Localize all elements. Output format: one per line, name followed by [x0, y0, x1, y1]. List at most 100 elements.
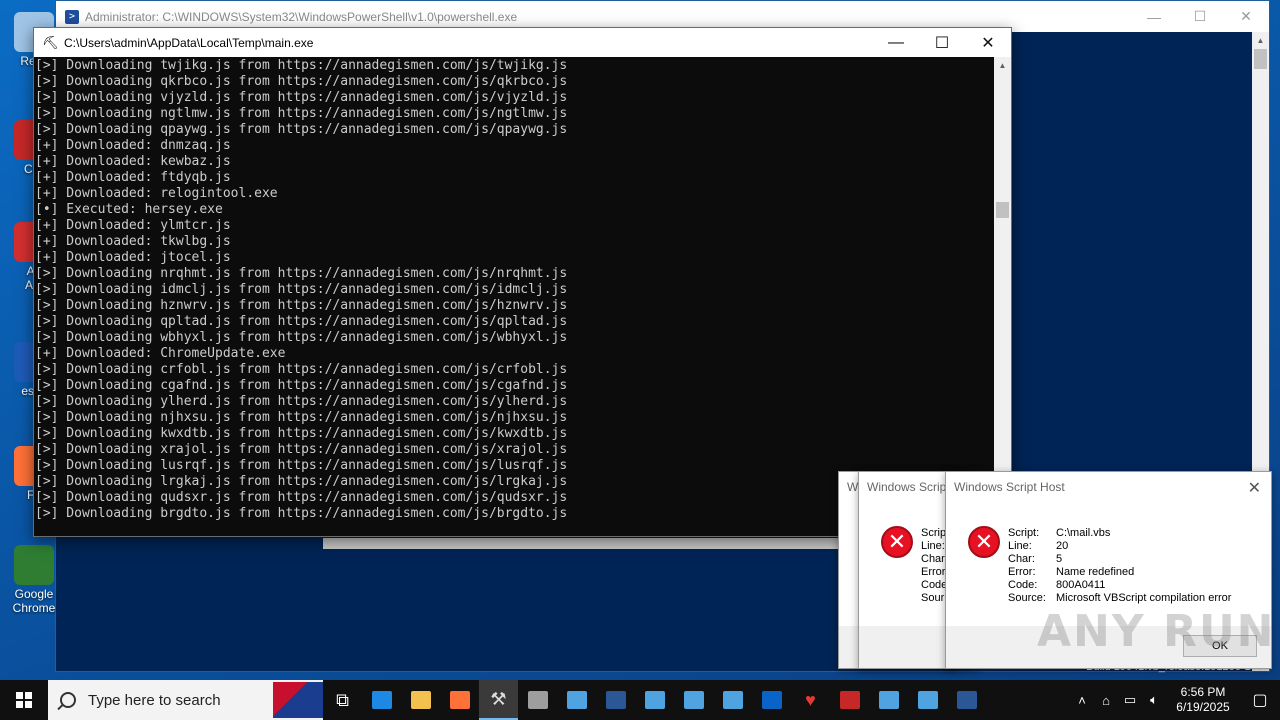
console-line: [+] Downloaded: tkwlbg.js: [35, 234, 231, 249]
console-line: [+] Downloaded: dnmzaq.js: [35, 138, 231, 153]
scroll-thumb[interactable]: [1254, 49, 1267, 69]
app-square-icon: [449, 691, 470, 709]
console-line: [>] Downloading idmclj.js from https://a…: [35, 282, 568, 297]
console-line: [>] Downloading twjikg.js from https://a…: [35, 58, 568, 73]
close-button[interactable]: ✕: [1223, 1, 1269, 32]
console-maximize-button[interactable]: ☐: [919, 28, 965, 57]
dialog-field-value: 20: [1056, 540, 1069, 552]
dialog-close-icon[interactable]: ✕: [1248, 478, 1261, 498]
console-line: [>] Downloading qkrbco.js from https://a…: [35, 74, 568, 89]
dialog-field-key: Error:: [1008, 566, 1036, 578]
outlook-icon[interactable]: [752, 680, 791, 720]
console-line: [>] Downloading ylherd.js from https://a…: [35, 394, 568, 409]
powershell-icon-2[interactable]: [947, 680, 986, 720]
dialog-field-value: Microsoft VBScript compilation error: [1056, 592, 1232, 604]
dialog-field-row: Code: 800A0411: [1008, 579, 1231, 592]
console-line: [•] Executed: hersey.exe: [35, 202, 223, 217]
chevron-up-icon[interactable]: ˄: [1070, 693, 1094, 708]
desktop: RecyCClAd AcrestblFirGoogle Chrome > Adm…: [0, 0, 1280, 680]
app-square-icon: [878, 691, 899, 709]
dialog-field-row: Error: Name redefined: [1008, 566, 1231, 579]
dialog-field-label: Sour: [921, 592, 945, 604]
window-icon-2[interactable]: [635, 680, 674, 720]
anyrun-watermark: ANY RUN: [1037, 606, 1276, 657]
console-output[interactable]: [>] Downloading twjikg.js from https://a…: [34, 57, 995, 537]
window-icon-5[interactable]: [869, 680, 908, 720]
clock[interactable]: 6:56 PM 6/19/2025: [1166, 685, 1240, 715]
console-line: [>] Downloading crfobl.js from https://a…: [35, 362, 568, 377]
dialog-field-value: 5: [1056, 553, 1063, 565]
console-line: [>] Downloading hznwrv.js from https://a…: [35, 298, 568, 313]
dialog-field-row: Source: Microsoft VBScript compilation er…: [1008, 592, 1231, 605]
notification-icon[interactable]: ▢: [1240, 690, 1280, 710]
edge-icon[interactable]: [362, 680, 401, 720]
console-line: [>] Downloading kwxdtb.js from https://a…: [35, 426, 568, 441]
console-line: [>] Downloading qpaywg.js from https://a…: [35, 122, 568, 137]
console-line: [>] Downloading xrajol.js from https://a…: [35, 442, 568, 457]
dialog-fields: Script: C:\mail.vbs Line: 20 Char: 5 Error: Nam…: [1008, 527, 1231, 605]
dialog-field-row: Line: 20: [1008, 540, 1231, 553]
dialog-field-key: Line:: [1008, 540, 1032, 552]
console-app-icon: ⛏: [42, 34, 59, 50]
taskbar-search[interactable]: Type here to search: [48, 680, 323, 720]
window-icon-6[interactable]: [908, 680, 947, 720]
app-icon-1[interactable]: [518, 680, 557, 720]
console-scroll-thumb[interactable]: [996, 202, 1009, 218]
console-window[interactable]: ⛏ C:\Users\admin\AppData\Local\Temp\main…: [33, 27, 1012, 537]
dialog-field-value: C:\mail.vbs: [1056, 527, 1111, 539]
scroll-up-arrow-icon[interactable]: ▲: [1252, 32, 1269, 49]
console-line: [+] Downloaded: ftdyqb.js: [35, 170, 231, 185]
heart-app-icon[interactable]: ♥: [791, 680, 830, 720]
battery-icon[interactable]: ▭: [1118, 692, 1142, 708]
console-scroll-up-icon[interactable]: ▲: [994, 57, 1011, 74]
tool-icon[interactable]: ⚒: [479, 680, 518, 720]
maximize-button[interactable]: ☐: [1177, 1, 1223, 32]
dialog-field-key: Code:: [1008, 579, 1038, 591]
dialog-field-label: Scrip: [921, 527, 947, 539]
app-square-icon: [605, 691, 626, 709]
dialog-field-label: Line:: [921, 540, 945, 552]
app-square-icon: [527, 691, 548, 709]
app-square-icon: [644, 691, 665, 709]
app-square-icon: [839, 691, 860, 709]
dialog-fields: Scrip Line: Char: Error Code Sour: [921, 527, 948, 605]
console-line: [>] Downloading cgafnd.js from https://a…: [35, 378, 568, 393]
console-minimize-button[interactable]: —: [873, 28, 919, 57]
console-close-button[interactable]: ✕: [965, 28, 1011, 57]
minimize-button[interactable]: —: [1131, 1, 1177, 32]
flash-icon[interactable]: [830, 680, 869, 720]
powershell-title: Administrator: C:\WINDOWS\System32\Windo…: [85, 9, 518, 24]
network-icon[interactable]: ⌂: [1094, 693, 1118, 708]
window-icon-4[interactable]: [713, 680, 752, 720]
firefox-icon[interactable]: [440, 680, 479, 720]
dialog-field-key: Char:: [1008, 553, 1035, 565]
console-line: [+] Downloaded: ChromeUpdate.exe: [35, 346, 286, 361]
console-line: [+] Downloaded: jtocel.js: [35, 250, 231, 265]
error-icon: ✕: [881, 526, 913, 558]
app-square-icon: [566, 691, 587, 709]
search-highlight-image[interactable]: [273, 682, 323, 718]
error-icon: ✕: [968, 526, 1000, 558]
dialog-field-label: Code: [921, 579, 948, 591]
app-square-icon: [722, 691, 743, 709]
app-square-icon: [410, 691, 431, 709]
system-tray: ˄ ⌂ ▭ 🔈︎ 6:56 PM 6/19/2025 ▢: [1070, 680, 1280, 720]
app-square-icon: [371, 691, 392, 709]
dialog-title: Windows Script Host: [954, 480, 1065, 494]
clock-time: 6:56 PM: [1180, 685, 1226, 699]
horizontal-scroll-thumb[interactable]: [323, 538, 838, 549]
start-button[interactable]: [0, 680, 48, 720]
console-scrollbar[interactable]: ▲: [994, 57, 1011, 537]
taskbar-pinned-apps: ⧉ ⚒ ♥: [323, 680, 986, 720]
search-placeholder: Type here to search: [88, 691, 221, 709]
window-icon-3[interactable]: [674, 680, 713, 720]
console-line: [>] Downloading nrqhmt.js from https://a…: [35, 266, 568, 281]
powershell-icon-1[interactable]: [596, 680, 635, 720]
volume-icon[interactable]: 🔈︎: [1142, 692, 1166, 708]
console-line: [>] Downloading wbhyxl.js from https://a…: [35, 330, 568, 345]
file-explorer-icon[interactable]: [401, 680, 440, 720]
task-view-icon[interactable]: ⧉: [323, 680, 362, 720]
window-icon-1[interactable]: [557, 680, 596, 720]
console-titlebar[interactable]: ⛏ C:\Users\admin\AppData\Local\Temp\main…: [34, 28, 1011, 57]
dialog-field-label: Char:: [921, 553, 948, 565]
